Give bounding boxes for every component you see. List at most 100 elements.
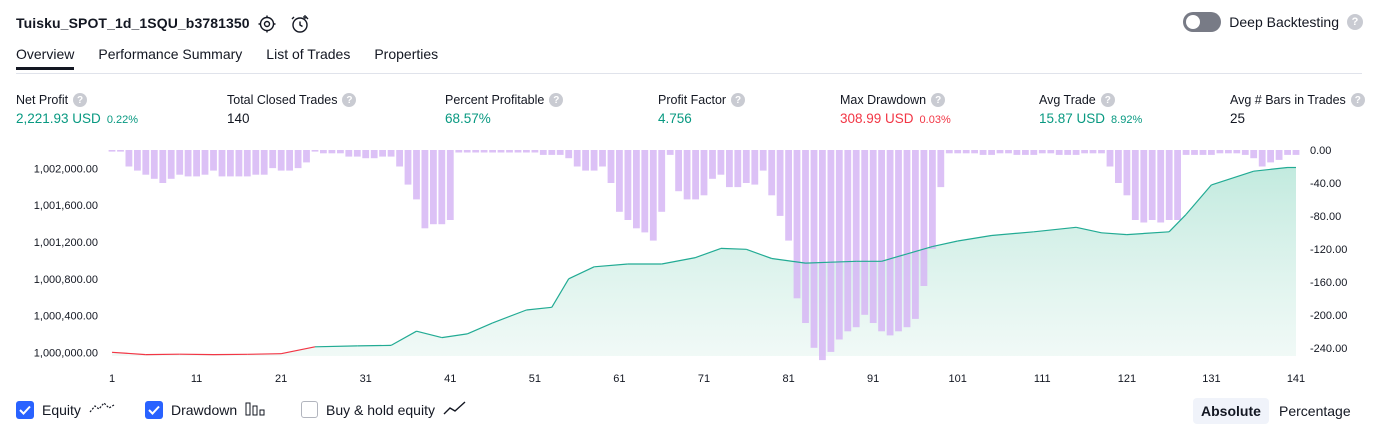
drawdown-bar [252,150,260,175]
drawdown-bar [430,150,437,225]
drawdown-bar [1233,150,1241,154]
metric-label: Max Drawdown [840,93,927,107]
legend-buy-hold-equity[interactable]: Buy & hold equity [301,400,467,419]
drawdown-bar [742,150,750,183]
info-icon[interactable]: ? [1350,93,1365,107]
tab-properties[interactable]: Properties [374,46,438,70]
y-right-tick-label: -40.00 [1310,178,1341,190]
drawdown-bar [455,150,463,153]
buy-hold-checkbox[interactable] [301,401,318,418]
drawdown-bar [303,150,310,163]
drawdown-bar [235,150,243,177]
drawdown-bar [573,150,581,167]
metric-value: 68.57% [445,111,491,126]
drawdown-bar [709,150,716,179]
x-tick-label: 91 [867,373,879,385]
metric-label: Total Closed Trades [227,93,338,107]
drawdown-bar [438,150,446,225]
x-tick-label: 61 [613,373,625,385]
drawdown-bar [1157,150,1165,223]
y-tick-label: 1,000,400.00 [34,311,98,323]
settings-gear-icon[interactable] [256,13,278,35]
metric-percent: 8.92% [1111,114,1143,126]
drawdown-bar [294,150,302,169]
info-icon[interactable]: ? [1100,93,1115,107]
drawdown-bar [396,150,403,167]
drawdown-bar [193,150,200,177]
y-right-tick-label: -160.00 [1310,277,1347,289]
drawdown-bar [920,150,928,286]
drawdown-bar [1199,150,1207,155]
y-axis-left: 1,000,000.00 1,000,400.00 1,000,800.00 1,00… [34,163,98,359]
info-icon[interactable]: ? [731,93,746,107]
drawdown-bar [1081,150,1088,154]
drawdown-bar [726,150,733,188]
x-tick-label: 81 [782,373,794,385]
drawdown-bar [971,150,978,154]
drawdown-bar [624,150,632,220]
x-tick-label: 121 [1118,373,1136,385]
drawdown-bar [649,150,657,241]
drawdown-bar [134,150,141,171]
metric-max-drawdown: Max Drawdown? 308.99 USD 0.03% [840,93,951,126]
info-icon[interactable]: ? [342,93,357,107]
drawdown-bar [201,150,209,175]
legend-equity[interactable]: Equity [16,400,115,419]
drawdown-bar [1241,150,1249,155]
absolute-button[interactable]: Absolute [1193,398,1269,424]
info-icon[interactable]: ? [931,93,946,107]
percentage-button[interactable]: Percentage [1271,398,1359,424]
metric-label: Net Profit [16,93,69,107]
equity-drawdown-chart[interactable]: 1,000,000.00 1,000,400.00 1,000,800.00 1,00… [0,140,1379,390]
add-alert-clock-icon[interactable] [289,13,311,35]
buy-hold-label: Buy & hold equity [326,401,435,418]
x-tick-label: 1 [109,373,115,385]
drawdown-checkbox[interactable] [145,400,163,419]
buy-hold-line-icon [443,400,467,419]
drawdown-bar [1182,150,1190,155]
info-icon[interactable]: ? [549,93,564,107]
x-tick-label: 101 [949,373,967,385]
y-tick-label: 1,000,800.00 [34,274,98,286]
drawdown-bar [1055,150,1063,155]
drawdown-bar [1250,150,1258,159]
legend-drawdown[interactable]: Drawdown [145,400,265,419]
x-tick-label: 71 [698,373,710,385]
metric-label: Avg # Bars in Trades [1230,93,1346,107]
drawdown-bar [1030,150,1038,155]
drawdown-bar [1098,150,1105,154]
info-icon[interactable]: ? [73,93,88,107]
deep-backtesting-toggle[interactable] [1183,12,1222,32]
drawdown-bar [565,150,573,159]
metric-value: 2,221.93 USD [16,111,101,126]
tab-overview[interactable]: Overview [16,46,75,70]
drawdown-bar [1148,150,1156,220]
help-icon[interactable]: ? [1347,14,1363,30]
equity-checkbox[interactable] [16,400,34,419]
metric-label: Profit Factor [658,93,727,107]
tab-divider [16,73,1362,74]
drawdown-bar [142,150,150,175]
drawdown-bar [666,150,674,155]
drawdown-bar [810,150,818,348]
drawdown-bar [835,150,843,340]
drawdown-bar [1131,150,1139,220]
metric-value: 4.756 [658,111,692,126]
y-tick-label: 1,001,200.00 [34,237,98,249]
drawdown-bar [1106,150,1114,167]
tab-list-of-trades[interactable]: List of Trades [266,46,350,70]
y-right-tick-label: -80.00 [1310,211,1341,223]
drawdown-bar [929,150,936,249]
drawdown-bar [912,150,919,319]
drawdown-bar [523,150,530,153]
y-right-tick-label: -240.00 [1310,343,1347,355]
drawdown-bar [988,150,995,155]
drawdown-bar [1165,150,1173,220]
drawdown-bar [1225,150,1232,154]
x-tick-label: 131 [1202,373,1220,385]
tab-bar: Overview Performance Summary List of Tra… [16,46,438,70]
drawdown-bar [607,150,615,183]
drawdown-bar [260,150,268,175]
drawdown-bar [1174,150,1181,220]
tab-performance-summary[interactable]: Performance Summary [98,46,242,70]
